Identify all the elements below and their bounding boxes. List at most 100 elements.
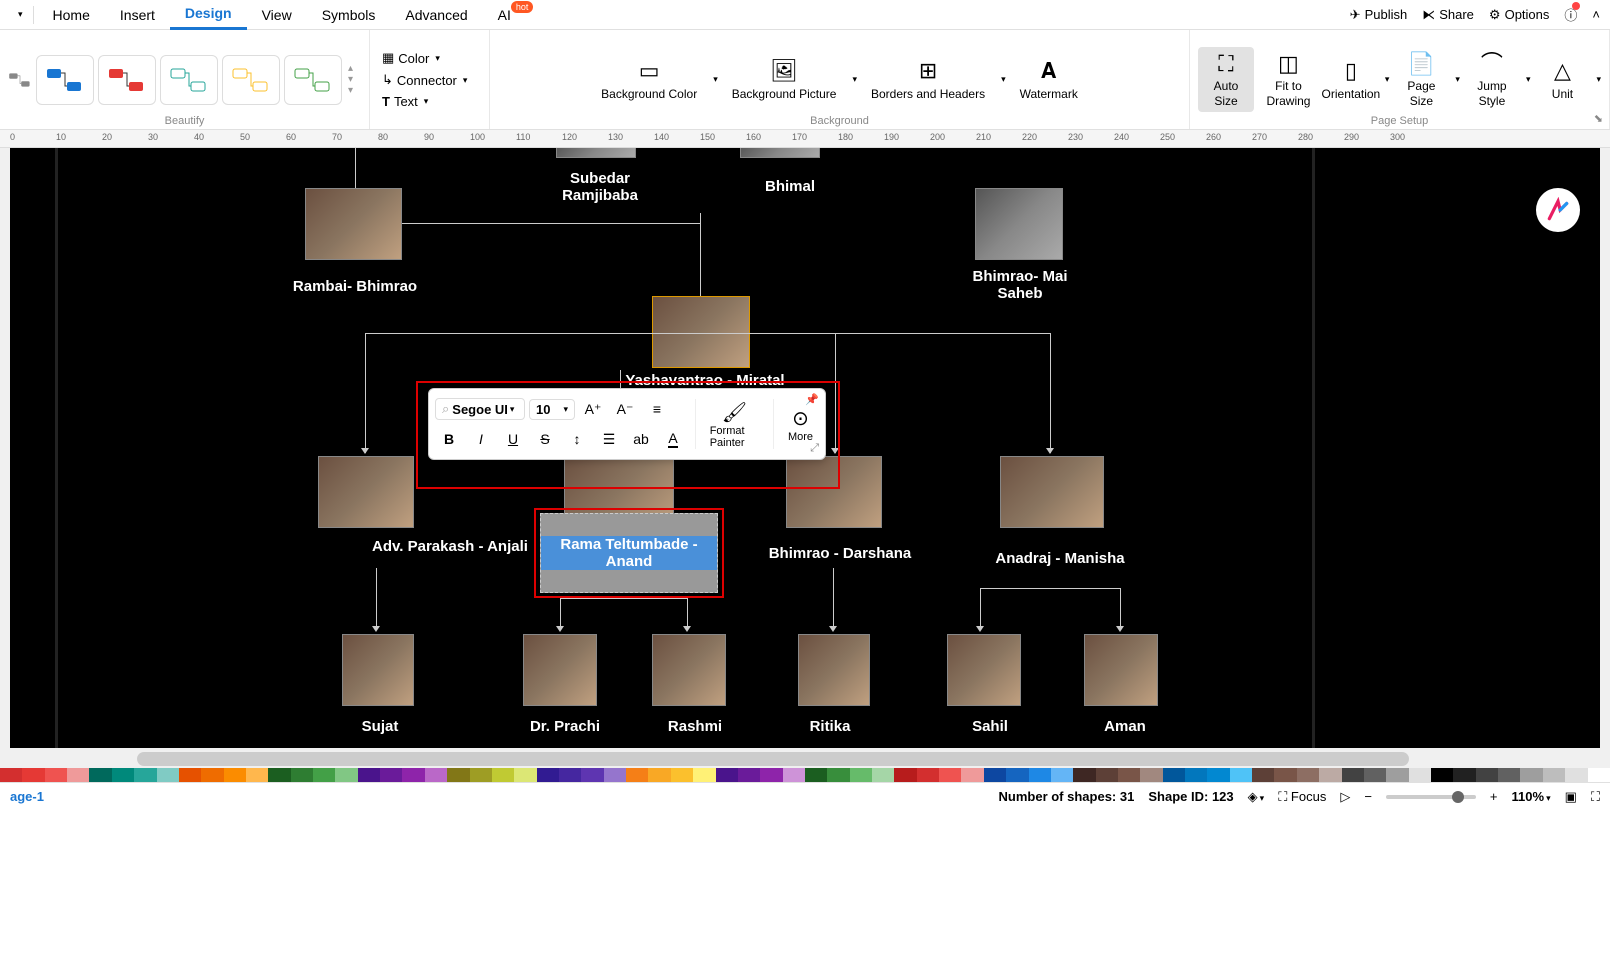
color-swatch[interactable] (1453, 768, 1475, 782)
jump-dropdown[interactable]: ▾ (1526, 74, 1531, 85)
orientation-dropdown[interactable]: ▾ (1385, 74, 1390, 85)
color-swatch[interactable] (738, 768, 760, 782)
orientation-button[interactable]: ▯Orientation (1323, 54, 1379, 105)
color-swatch[interactable] (1252, 768, 1274, 782)
color-swatch[interactable] (581, 768, 603, 782)
layers-button[interactable]: ◈▾ (1248, 789, 1265, 805)
theme-scroll-down[interactable]: ▾ (348, 74, 353, 85)
help-button[interactable]: ⓘ (1564, 5, 1577, 24)
color-swatch[interactable] (45, 768, 67, 782)
color-swatch[interactable] (716, 768, 738, 782)
color-swatch[interactable] (939, 768, 961, 782)
color-swatch[interactable] (1140, 768, 1162, 782)
color-swatch[interactable] (671, 768, 693, 782)
color-swatch[interactable] (1543, 768, 1565, 782)
bold-button[interactable]: B (435, 425, 463, 453)
connector-button[interactable]: ↳Connector▾ (378, 70, 481, 90)
color-swatch[interactable] (827, 768, 849, 782)
photo-rambai[interactable] (305, 188, 402, 260)
drawing-canvas[interactable]: Subedar Ramjibaba Bhimal Rambai- Bhimrao… (10, 148, 1600, 748)
color-swatch[interactable] (1051, 768, 1073, 782)
color-swatch[interactable] (224, 768, 246, 782)
scrollbar-thumb[interactable] (137, 752, 1409, 766)
color-swatch[interactable] (1073, 768, 1095, 782)
zoom-thumb[interactable] (1452, 791, 1464, 803)
tab-view[interactable]: View (247, 0, 307, 30)
text-edit-box[interactable]: Rama Teltumbade - Anand (540, 513, 718, 593)
color-swatch[interactable] (89, 768, 111, 782)
format-painter-button[interactable]: 🖌Format Painter (704, 400, 766, 449)
bullets-button[interactable]: ☰ (595, 425, 623, 453)
color-swatch[interactable] (402, 768, 424, 782)
color-swatch[interactable] (894, 768, 916, 782)
tab-advanced[interactable]: Advanced (390, 0, 482, 30)
tab-design[interactable]: Design (170, 0, 247, 30)
options-button[interactable]: ⚙Options (1489, 7, 1549, 23)
theme-swatch-0[interactable] (8, 55, 32, 105)
color-swatch[interactable] (850, 768, 872, 782)
color-swatch[interactable] (1565, 768, 1587, 782)
unit-dropdown[interactable]: ▾ (1596, 74, 1601, 85)
photo-prachi[interactable] (523, 634, 597, 706)
tab-insert[interactable]: Insert (105, 0, 170, 30)
color-swatch[interactable] (1230, 768, 1252, 782)
color-swatch[interactable] (1498, 768, 1520, 782)
color-swatch[interactable] (693, 768, 715, 782)
color-swatch[interactable] (447, 768, 469, 782)
photo-rashmi[interactable] (652, 634, 726, 706)
photo-adv[interactable] (318, 456, 414, 528)
tab-ai[interactable]: AIhot (483, 0, 549, 30)
color-swatch[interactable] (537, 768, 559, 782)
fullscreen-button[interactable]: ⛶ (1591, 789, 1600, 805)
font-color-button[interactable]: A (659, 425, 687, 453)
color-swatch[interactable] (112, 768, 134, 782)
text-case-button[interactable]: ab (627, 425, 655, 453)
color-swatch[interactable] (358, 768, 380, 782)
color-swatch[interactable] (22, 768, 44, 782)
theme-more[interactable]: ▾ (348, 85, 353, 96)
zoom-level[interactable]: 110%▾ (1512, 789, 1551, 804)
page-tab[interactable]: age-1 (10, 789, 44, 804)
focus-button[interactable]: ⛶ Focus (1278, 789, 1326, 805)
color-swatch[interactable] (805, 768, 827, 782)
color-swatch[interactable] (1409, 768, 1431, 782)
color-swatch[interactable] (1274, 768, 1296, 782)
fit-page-button[interactable]: ▣ (1565, 789, 1577, 805)
color-swatch[interactable] (626, 768, 648, 782)
photo-bhimal[interactable] (740, 148, 820, 158)
color-swatch[interactable] (470, 768, 492, 782)
more-button[interactable]: ⊙More (782, 406, 819, 443)
pin-button[interactable]: 📌 (805, 393, 819, 406)
color-swatch[interactable] (179, 768, 201, 782)
color-swatch[interactable] (1342, 768, 1364, 782)
color-swatch[interactable] (917, 768, 939, 782)
color-swatch[interactable] (0, 768, 22, 782)
color-swatch[interactable] (157, 768, 179, 782)
page-size-dropdown[interactable]: ▾ (1455, 74, 1460, 85)
theme-swatch-1[interactable] (36, 55, 94, 105)
horizontal-scrollbar[interactable] (10, 752, 1600, 766)
italic-button[interactable]: I (467, 425, 495, 453)
photo-ritika[interactable] (798, 634, 870, 706)
color-swatch[interactable] (559, 768, 581, 782)
dropdown-handle[interactable]: ▾ (10, 0, 29, 30)
theme-swatch-3[interactable] (160, 55, 218, 105)
color-swatch[interactable] (514, 768, 536, 782)
color-swatch[interactable] (1185, 768, 1207, 782)
color-swatch[interactable] (872, 768, 894, 782)
color-swatch[interactable] (1431, 768, 1453, 782)
color-swatch[interactable] (1386, 768, 1408, 782)
fit-to-drawing-button[interactable]: ◫Fit to Drawing (1258, 47, 1319, 112)
color-swatch[interactable] (67, 768, 89, 782)
decrease-font-button[interactable]: A⁻ (611, 395, 639, 423)
color-swatch[interactable] (1297, 768, 1319, 782)
font-family-input[interactable]: ⌕Segoe UI▾ (435, 398, 525, 420)
strike-button[interactable]: S (531, 425, 559, 453)
photo-subedar[interactable] (556, 148, 636, 158)
color-swatch[interactable] (492, 768, 514, 782)
bg-picture-dropdown[interactable]: ▾ (852, 74, 857, 85)
color-swatch[interactable] (961, 768, 983, 782)
theme-scroll-up[interactable]: ▴ (348, 63, 353, 74)
borders-headers-button[interactable]: ⊞Borders and Headers (861, 54, 995, 105)
theme-swatch-4[interactable] (222, 55, 280, 105)
